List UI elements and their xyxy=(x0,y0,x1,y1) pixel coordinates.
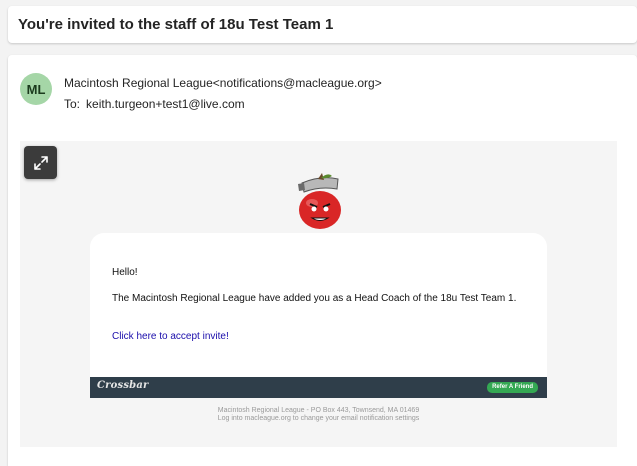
message-card: Hello! The Macintosh Regional League hav… xyxy=(90,233,547,377)
expand-button[interactable] xyxy=(24,146,57,179)
email-body: Hello! The Macintosh Regional League hav… xyxy=(20,141,617,447)
refer-friend-button[interactable]: Refer A Friend xyxy=(487,382,538,393)
footer-bar: Crossbar Refer A Friend xyxy=(90,377,547,398)
from-line: Macintosh Regional League<notifications@… xyxy=(64,76,382,90)
sender-name[interactable]: Macintosh Regional League xyxy=(64,76,213,90)
sender-avatar[interactable]: ML xyxy=(20,73,52,105)
email-subject: You're invited to the staff of 18u Test … xyxy=(18,16,334,33)
crossbar-logo[interactable]: Crossbar xyxy=(97,380,149,391)
accept-invite-link[interactable]: Click here to accept invite! xyxy=(112,331,229,342)
expand-icon xyxy=(33,155,48,170)
settings-note: Log into macleague.org to change your em… xyxy=(217,415,420,422)
to-label: To: xyxy=(64,97,81,111)
address-line: Macintosh Regional League - PO Box 443, … xyxy=(217,407,420,414)
sender-email[interactable]: <notifications@macleague.org> xyxy=(213,76,382,90)
invite-message: The Macintosh Regional League have added… xyxy=(112,293,517,304)
email-message: ML Macintosh Regional League<notificatio… xyxy=(8,55,637,466)
apple-mascot-logo xyxy=(298,173,341,229)
recipient-email[interactable]: keith.turgeon+test1@live.com xyxy=(86,97,245,111)
to-line: To: keith.turgeon+test1@live.com xyxy=(64,97,245,111)
greeting-text: Hello! xyxy=(112,267,138,278)
subject-header: You're invited to the staff of 18u Test … xyxy=(8,6,637,43)
